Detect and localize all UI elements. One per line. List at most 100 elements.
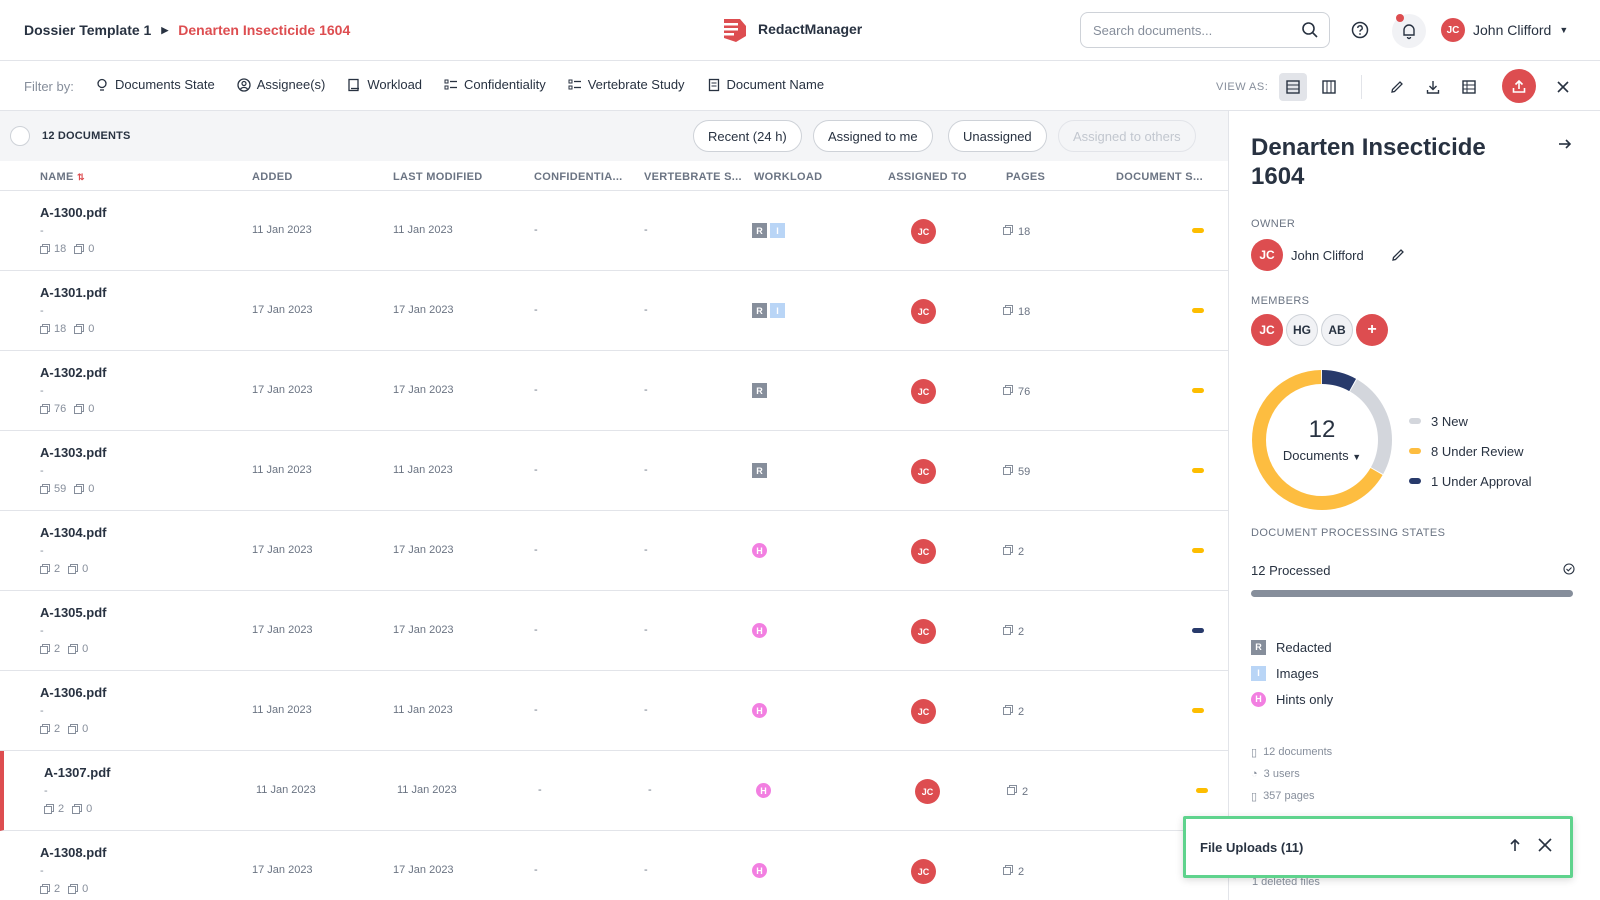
assignee-avatar[interactable]: JC — [911, 699, 936, 724]
file-name[interactable]: A-1307.pdf — [44, 765, 110, 780]
file-name[interactable]: A-1304.pdf — [40, 525, 106, 540]
workload-badges: H — [752, 863, 767, 878]
added-date: 17 Jan 2023 — [252, 544, 313, 556]
table-row[interactable]: A-1303.pdf -59 0 11 Jan 2023 11 Jan 2023- - R J… — [0, 431, 1228, 511]
select-all-checkbox[interactable] — [10, 126, 30, 146]
donut-legend-item[interactable]: 8 Under Review — [1409, 436, 1531, 466]
column-workload[interactable]: WORKLOAD — [754, 171, 822, 183]
pencil-icon[interactable] — [1390, 247, 1406, 263]
filter-document-name[interactable]: Document Name — [707, 77, 824, 92]
quick-filter-assigned-to-me[interactable]: Assigned to me — [813, 120, 933, 152]
assignee-avatar[interactable]: JC — [911, 459, 936, 484]
column-confidentiality[interactable]: CONFIDENTIA... — [534, 171, 623, 183]
document-state-indicator — [1196, 788, 1208, 793]
filter-workload-label: Workload — [367, 77, 423, 92]
table-row[interactable]: A-1302.pdf -76 0 17 Jan 2023 17 Jan 2023- - R J… — [0, 351, 1228, 431]
file-uploads-popup: File Uploads (11) — [1183, 816, 1573, 878]
file-comments-count: 0 — [88, 323, 95, 335]
breadcrumb-dossier-template[interactable]: Dossier Template 1 — [24, 22, 151, 38]
column-pages[interactable]: PAGES — [1006, 171, 1045, 183]
table-row[interactable]: A-1301.pdf -18 0 17 Jan 2023 17 Jan 2023- - R I… — [0, 271, 1228, 351]
quick-filter-assigned-to-others[interactable]: Assigned to others — [1058, 120, 1196, 152]
close-icon — [1557, 81, 1569, 93]
donut-legend-item[interactable]: 1 Under Approval — [1409, 466, 1531, 496]
donut-label-dropdown[interactable]: Documents ▼ — [1251, 448, 1393, 463]
workload-badge-h: H — [756, 783, 771, 798]
column-document-state[interactable]: DOCUMENT S... — [1116, 171, 1203, 183]
table-row[interactable]: A-1308.pdf -2 0 17 Jan 2023 17 Jan 2023- - H JC… — [0, 831, 1228, 900]
file-name[interactable]: A-1305.pdf — [40, 605, 106, 620]
owner: JC John Clifford — [1251, 239, 1406, 271]
assignee-avatar[interactable]: JC — [911, 619, 936, 644]
pages-value: 18 — [1018, 305, 1031, 318]
added-date: 11 Jan 2023 — [252, 704, 312, 716]
file-name[interactable]: A-1300.pdf — [40, 205, 106, 220]
filter-assignees[interactable]: Assignee(s) — [237, 77, 325, 92]
file-meta: 18 0 — [40, 243, 94, 255]
table-row[interactable]: A-1300.pdf -18 0 11 Jan 2023 11 Jan 2023- - R I… — [0, 191, 1228, 271]
user-menu[interactable]: JC John Clifford ▼ — [1441, 18, 1568, 42]
workload-badge-r: R — [752, 463, 767, 478]
pages-cell: 18 — [1003, 225, 1030, 238]
download-button[interactable] — [1419, 73, 1447, 101]
arrow-up-icon[interactable] — [1506, 836, 1524, 854]
list-icon — [568, 79, 581, 89]
column-vertebrate-study[interactable]: VERTEBRATE S... — [644, 171, 742, 183]
close-icon[interactable] — [1536, 836, 1554, 854]
table-row[interactable]: A-1305.pdf -2 0 17 Jan 2023 17 Jan 2023- - H JC… — [0, 591, 1228, 671]
filter-workload[interactable]: Workload — [347, 77, 422, 92]
pages-cell: 2 — [1003, 865, 1024, 878]
filter-documents-state[interactable]: Documents State — [95, 77, 215, 92]
member-avatar[interactable]: JC — [1251, 314, 1283, 346]
pages-cell: 76 — [1003, 385, 1030, 398]
assignee-avatar[interactable]: JC — [915, 779, 940, 804]
file-name[interactable]: A-1301.pdf — [40, 285, 106, 300]
column-name[interactable]: NAME ⇅ — [40, 171, 85, 183]
legend-swatch — [1409, 478, 1421, 484]
search-icon[interactable] — [1301, 21, 1319, 39]
assignee-avatar[interactable]: JC — [911, 219, 936, 244]
assignee-avatar[interactable]: JC — [911, 379, 936, 404]
sort-icon: ⇅ — [76, 172, 85, 182]
assignee-avatar[interactable]: JC — [911, 539, 936, 564]
file-name[interactable]: A-1302.pdf — [40, 365, 106, 380]
search-box — [1080, 12, 1330, 48]
donut-legend-item[interactable]: 3 New — [1409, 406, 1531, 436]
notification-dot — [1396, 14, 1404, 22]
column-assigned-to[interactable]: ASSIGNED TO — [888, 171, 967, 183]
member-avatar[interactable]: HG — [1286, 314, 1318, 346]
table-row[interactable]: A-1304.pdf -2 0 17 Jan 2023 17 Jan 2023- - H JC… — [0, 511, 1228, 591]
upload-button[interactable] — [1502, 69, 1536, 103]
notifications-button[interactable] — [1392, 14, 1426, 48]
file-name[interactable]: A-1303.pdf — [40, 445, 106, 460]
table-row[interactable]: A-1306.pdf -2 0 11 Jan 2023 11 Jan 2023- - H JC… — [0, 671, 1228, 751]
breadcrumb-dossier[interactable]: Denarten Insecticide 1604 — [178, 22, 350, 38]
view-list-button[interactable] — [1279, 73, 1307, 101]
column-added[interactable]: ADDED — [252, 171, 293, 183]
quick-filter-unassigned[interactable]: Unassigned — [948, 120, 1047, 152]
member-avatar[interactable]: AB — [1321, 314, 1353, 346]
filter-vertebrate-study[interactable]: Vertebrate Study — [568, 77, 685, 92]
assignee-avatar[interactable]: JC — [911, 299, 936, 324]
arrow-right-icon[interactable] — [1557, 136, 1573, 152]
report-button[interactable] — [1455, 73, 1483, 101]
search-input[interactable] — [1093, 22, 1293, 38]
confidentiality-value: - — [534, 704, 538, 716]
close-dossier-button[interactable] — [1549, 73, 1577, 101]
column-last-modified[interactable]: LAST MODIFIED — [393, 171, 482, 183]
help-icon[interactable] — [1350, 20, 1370, 40]
workload-badges: R — [752, 463, 767, 478]
table-header: NAME ⇅ ADDED LAST MODIFIED CONFIDENTIA..… — [0, 161, 1228, 191]
filter-confidentiality[interactable]: Confidentiality — [444, 77, 546, 92]
assignee-avatar[interactable]: JC — [911, 859, 936, 884]
file-name[interactable]: A-1306.pdf — [40, 685, 106, 700]
pages-value: 18 — [1018, 225, 1031, 238]
workload-legend: R Redacted I Images H Hints only — [1251, 634, 1333, 712]
file-name[interactable]: A-1308.pdf — [40, 845, 106, 860]
view-board-button[interactable] — [1315, 73, 1343, 101]
table-row[interactable]: A-1307.pdf -2 0 11 Jan 2023 11 Jan 2023- - H JC… — [0, 751, 1228, 831]
add-member-button[interactable]: + — [1356, 314, 1388, 346]
edit-dossier-button[interactable] — [1383, 73, 1411, 101]
app-logo[interactable]: RedactManager — [718, 14, 862, 44]
quick-filter-recent[interactable]: Recent (24 h) — [693, 120, 802, 152]
